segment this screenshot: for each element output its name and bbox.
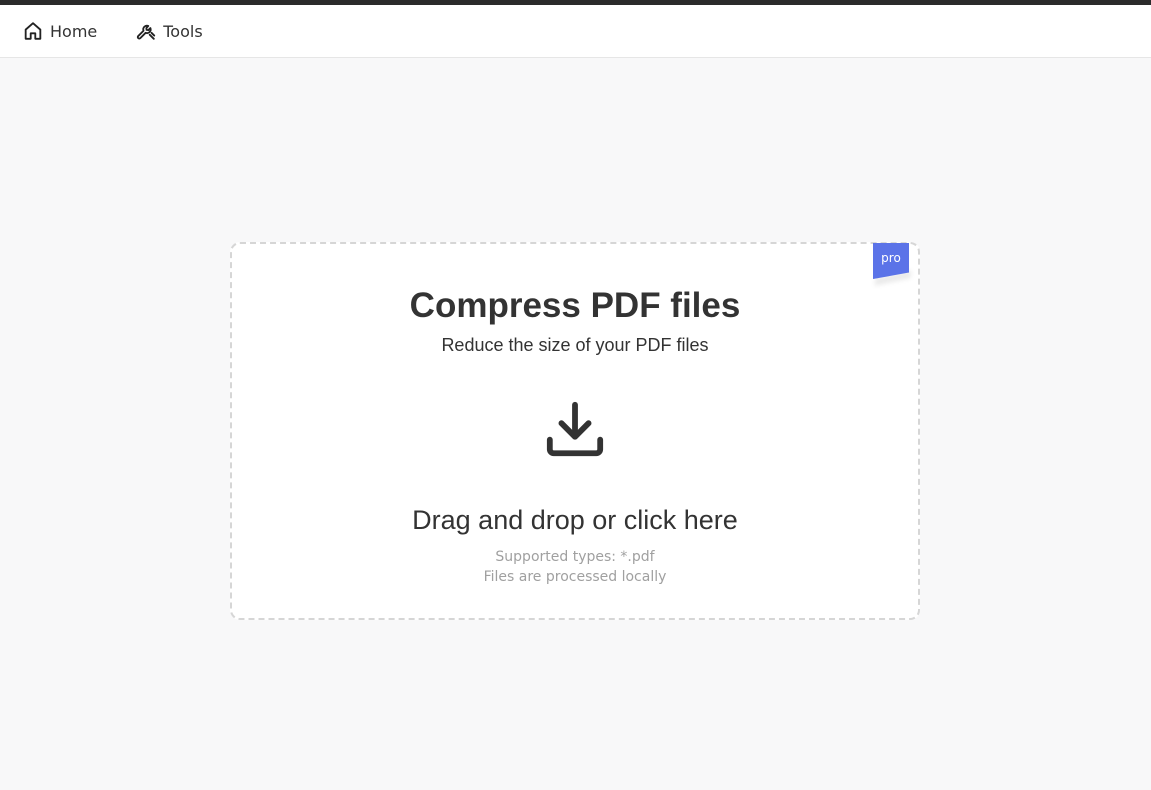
dropzone-prompt: Drag and drop or click here bbox=[412, 505, 738, 535]
top-navbar: Home Tools bbox=[0, 5, 1151, 58]
home-icon bbox=[22, 20, 44, 42]
file-dropzone[interactable]: pro Compress PDF files Reduce the size o… bbox=[230, 242, 920, 620]
download-icon bbox=[544, 399, 606, 461]
page-subtitle: Reduce the size of your PDF files bbox=[441, 335, 709, 355]
nav-home-link[interactable]: Home bbox=[22, 20, 97, 42]
nav-tools-label: Tools bbox=[163, 21, 203, 41]
local-processing-note: Files are processed locally bbox=[483, 569, 667, 585]
nav-home-label: Home bbox=[50, 21, 98, 41]
supported-types-text: Supported types: *.pdf bbox=[495, 549, 655, 565]
wrench-icon bbox=[135, 20, 157, 42]
page-title: Compress PDF files bbox=[409, 286, 741, 325]
nav-tools-link[interactable]: Tools bbox=[135, 20, 203, 42]
